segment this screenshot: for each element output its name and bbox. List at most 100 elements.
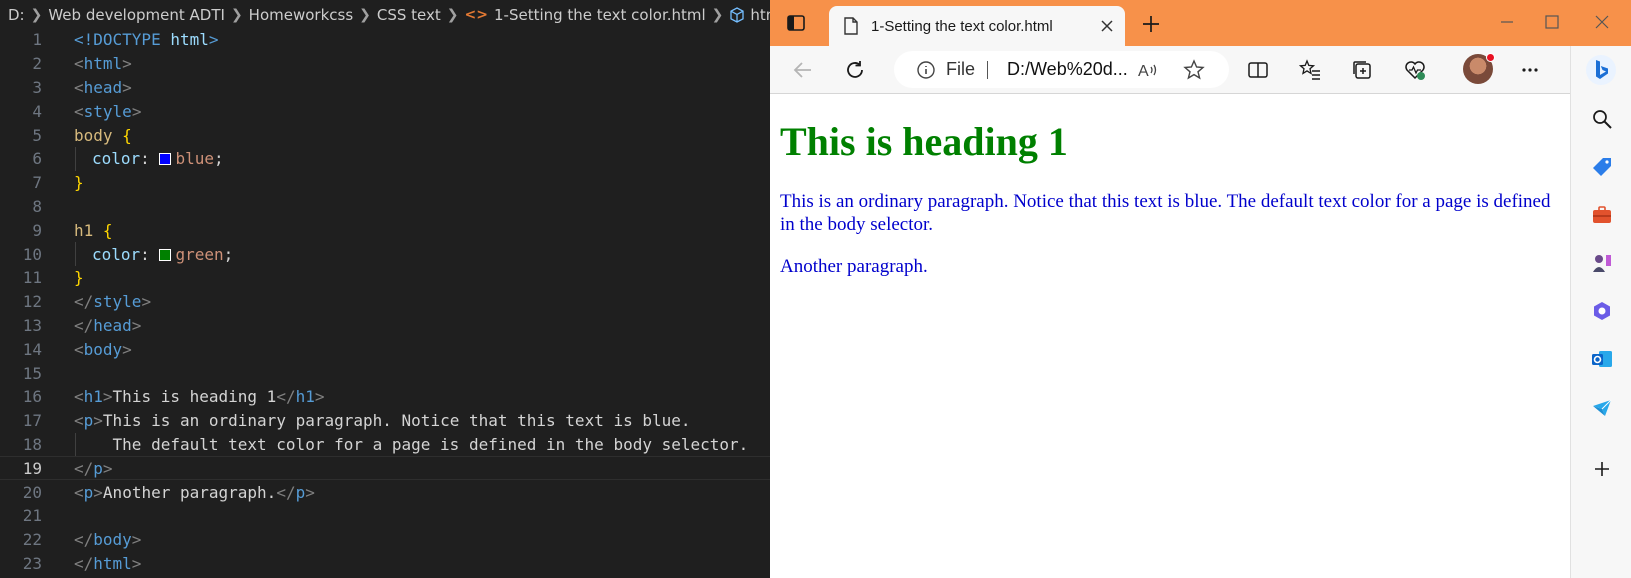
line-number: 5 bbox=[32, 125, 42, 145]
shopping-tag-icon[interactable] bbox=[1589, 154, 1615, 180]
code-token: body bbox=[83, 339, 123, 359]
code-token: DOCTYPE bbox=[93, 30, 161, 50]
breadcrumb-item-drive[interactable]: D: bbox=[8, 6, 25, 24]
favorites-icon[interactable] bbox=[1297, 57, 1323, 83]
code-token: } bbox=[74, 268, 84, 288]
line-number: 10 bbox=[22, 244, 42, 264]
code-token: green bbox=[175, 244, 224, 264]
code-token: This is an ordinary paragraph. Notice th… bbox=[102, 411, 691, 431]
color-swatch[interactable] bbox=[159, 153, 172, 166]
breadcrumb-item-folder[interactable]: Web development ADTI bbox=[48, 6, 225, 24]
split-screen-icon[interactable] bbox=[1245, 57, 1271, 83]
code-token: </ bbox=[276, 387, 296, 407]
close-window-icon[interactable] bbox=[1590, 10, 1614, 34]
avatar[interactable] bbox=[1463, 53, 1495, 84]
code-token: : bbox=[140, 149, 160, 169]
games-icon[interactable] bbox=[1589, 250, 1615, 276]
code-token: < bbox=[74, 411, 84, 431]
info-icon[interactable] bbox=[916, 60, 936, 80]
browser-essentials-icon[interactable] bbox=[1402, 57, 1428, 83]
code-lines[interactable]: 1 <!DOCTYPE html> 2 <html> 3 <head> 4 <style… bbox=[0, 28, 770, 575]
code-token: { bbox=[93, 220, 113, 240]
line-number: 3 bbox=[32, 77, 42, 97]
line-number: 22 bbox=[22, 530, 42, 550]
edge-browser-window: 1-Setting the text color.html File D:/We… bbox=[770, 0, 1631, 578]
code-token: } bbox=[74, 173, 84, 193]
drop-icon[interactable] bbox=[1589, 394, 1615, 420]
code-line: 20 <p>Another paragraph.</p> bbox=[0, 480, 770, 504]
outlook-icon[interactable] bbox=[1589, 346, 1615, 372]
code-token: body bbox=[74, 125, 113, 145]
search-icon[interactable] bbox=[1589, 106, 1615, 132]
refresh-icon[interactable] bbox=[842, 57, 868, 83]
edge-sidebar bbox=[1570, 46, 1631, 578]
indent-guide bbox=[75, 242, 76, 266]
breadcrumb-item-folder[interactable]: CSS text bbox=[377, 6, 441, 24]
code-token: : bbox=[140, 244, 160, 264]
code-token: blue bbox=[175, 149, 214, 169]
code-token: > bbox=[102, 458, 113, 478]
code-token: < bbox=[74, 482, 84, 502]
code-token: </ bbox=[74, 553, 94, 573]
code-token: </ bbox=[276, 482, 296, 502]
code-line: 10 color: green; bbox=[0, 242, 770, 266]
address-bar[interactable]: File D:/Web%20d... bbox=[894, 51, 1229, 88]
back-icon[interactable] bbox=[790, 57, 816, 83]
minimize-icon[interactable] bbox=[1495, 10, 1519, 34]
line-number: 1 bbox=[32, 30, 42, 50]
notification-dot bbox=[1486, 53, 1495, 62]
code-token: < bbox=[74, 387, 84, 407]
close-tab-icon[interactable] bbox=[1099, 18, 1115, 34]
code-token: > bbox=[305, 482, 315, 502]
code-line: 15 bbox=[0, 361, 770, 385]
svg-text:A: A bbox=[1138, 63, 1149, 80]
code-token: style bbox=[83, 101, 132, 121]
line-number: 21 bbox=[22, 506, 42, 526]
chevron-right-icon: ❯ bbox=[359, 7, 371, 23]
code-token: > bbox=[208, 30, 219, 50]
read-aloud-icon[interactable]: A bbox=[1135, 57, 1161, 83]
tools-briefcase-icon[interactable] bbox=[1589, 202, 1615, 228]
code-token: > bbox=[122, 77, 132, 97]
code-token: html bbox=[93, 553, 132, 573]
code-token: < bbox=[74, 54, 84, 74]
line-number: 2 bbox=[32, 54, 42, 74]
line-number: 8 bbox=[32, 196, 42, 216]
code-line: 3 <head> bbox=[0, 76, 770, 100]
breadcrumb-file-label: 1-Setting the text color.html bbox=[493, 6, 706, 24]
code-token: The default text color for a page is def… bbox=[74, 434, 749, 454]
code-token: > bbox=[131, 530, 142, 550]
code-token: head bbox=[83, 77, 123, 97]
bing-copilot-icon[interactable] bbox=[1585, 54, 1617, 86]
address-scheme-label: File bbox=[946, 59, 976, 79]
code-token: color bbox=[92, 244, 141, 264]
breadcrumb-symbol-label: html bbox=[750, 6, 770, 24]
code-token: color bbox=[92, 149, 141, 169]
line-number: 16 bbox=[22, 387, 42, 407]
page-paragraph: This is an ordinary paragraph. Notice th… bbox=[780, 191, 1551, 235]
color-swatch[interactable] bbox=[159, 248, 172, 261]
code-line: 11} bbox=[0, 266, 770, 290]
favorite-star-icon[interactable] bbox=[1181, 57, 1207, 83]
maximize-icon[interactable] bbox=[1540, 10, 1564, 34]
code-token: h1 bbox=[295, 387, 315, 407]
chevron-right-icon: ❯ bbox=[446, 7, 459, 23]
breadcrumb-item-folder[interactable]: Homeworkcss bbox=[249, 6, 353, 24]
code-token: </ bbox=[74, 315, 94, 335]
browser-tab-active[interactable]: 1-Setting the text color.html bbox=[829, 6, 1125, 46]
code-line: 17 <p>This is an ordinary paragraph. Noti… bbox=[0, 409, 770, 433]
collections-icon[interactable] bbox=[1349, 57, 1375, 83]
breadcrumb-item-symbol[interactable]: html bbox=[729, 6, 770, 24]
line-number: 15 bbox=[22, 363, 42, 383]
code-token: > bbox=[131, 101, 142, 121]
address-url[interactable]: D:/Web%20d... bbox=[1007, 59, 1128, 80]
chevron-right-icon: ❯ bbox=[711, 7, 724, 23]
code-token: < bbox=[74, 101, 84, 121]
new-tab-plus-icon[interactable] bbox=[1140, 13, 1162, 35]
more-icon[interactable] bbox=[1517, 57, 1543, 83]
microsoft-365-icon[interactable] bbox=[1589, 298, 1615, 324]
tab-actions-icon[interactable] bbox=[784, 11, 808, 35]
breadcrumb-item-file[interactable]: <> 1-Setting the text color.html bbox=[465, 6, 706, 24]
add-icon[interactable] bbox=[1589, 456, 1615, 482]
web-page-content: This is heading 1 This is an ordinary pa… bbox=[770, 95, 1570, 578]
